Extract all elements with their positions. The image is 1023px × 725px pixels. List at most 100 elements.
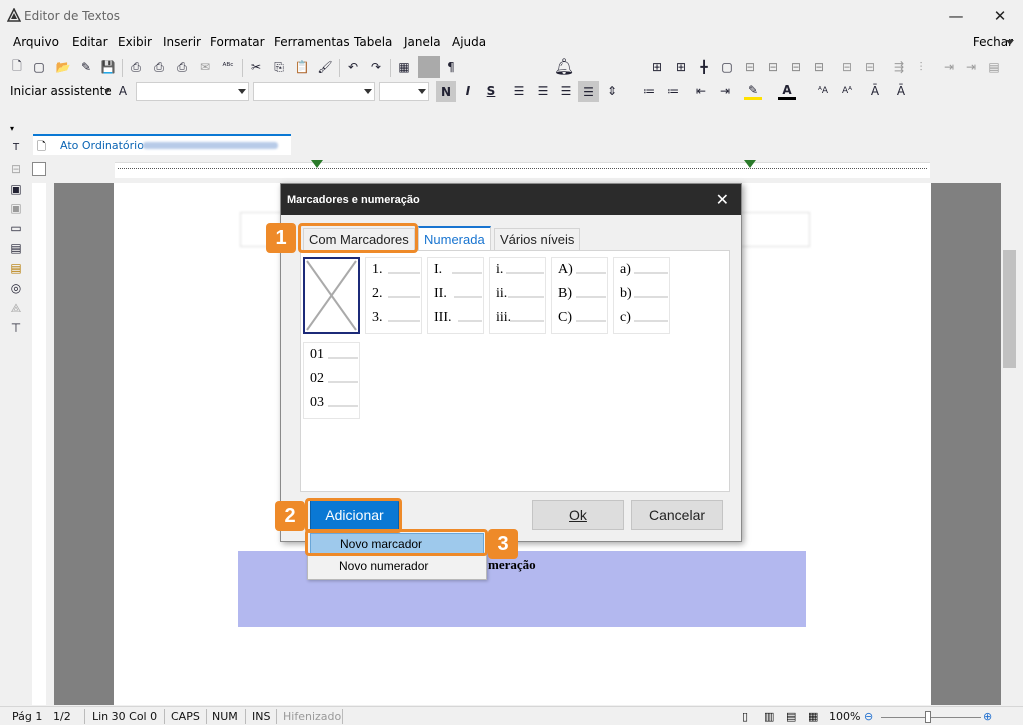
open-folder-icon[interactable]: 📂	[54, 58, 72, 76]
font-size-combo[interactable]	[379, 82, 429, 101]
table-optimize-icon[interactable]: ⊟	[861, 58, 879, 76]
web-view-icon[interactable]: ▦	[808, 710, 818, 723]
zoom-in-icon[interactable]: ⊕	[983, 710, 992, 723]
menu-ferramentas[interactable]: Ferramentas	[274, 35, 350, 49]
stamp-icon[interactable]: ⟁	[7, 299, 25, 317]
menu-janela[interactable]: Janela	[404, 35, 441, 49]
image-icon[interactable]	[418, 56, 440, 78]
paragraph-style-combo[interactable]	[136, 82, 249, 101]
justify-icon[interactable]: ☰	[578, 81, 599, 102]
shrink-font-icon[interactable]: Aᴬ	[838, 82, 856, 100]
new-from-template-icon[interactable]: 🗋	[8, 58, 26, 76]
numbering-style-arabic[interactable]: 1. 2. 3.	[365, 257, 422, 334]
table-cols-icon[interactable]: ⊟	[810, 58, 828, 76]
font-color-icon[interactable]: A	[778, 82, 796, 100]
underline-button[interactable]: S	[482, 82, 500, 100]
chevron-down-icon[interactable]	[1006, 40, 1014, 48]
book-view-icon[interactable]: ▤	[786, 710, 796, 723]
copy-icon[interactable]: ⎘	[270, 58, 288, 76]
edit-document-icon[interactable]: ✎	[77, 58, 95, 76]
menu-item-novo-numerador[interactable]: Novo numerador	[310, 555, 484, 576]
decrease-indent-icon[interactable]: ⇤	[692, 82, 710, 100]
print-preview-icon[interactable]: ⎙	[150, 58, 168, 76]
format-paintbrush-icon[interactable]: 🖌	[316, 58, 334, 76]
zoom-slider-thumb[interactable]	[925, 711, 931, 723]
numbered-list-icon[interactable]: ≔	[664, 82, 682, 100]
cut-icon[interactable]: ✂	[247, 58, 265, 76]
minimize-icon[interactable]: —	[933, 0, 979, 32]
redo-icon[interactable]: ↷	[367, 58, 385, 76]
superscript-icon[interactable]: Ā	[866, 82, 884, 100]
menu-tabela[interactable]: Tabela	[354, 35, 392, 49]
table-delete-icon[interactable]: ⊟	[838, 58, 856, 76]
tab-varios-niveis[interactable]: Vários níveis	[494, 228, 581, 250]
bold-button[interactable]: N	[436, 81, 456, 102]
close-icon[interactable]: ✕	[716, 190, 729, 209]
menu-formatar[interactable]: Formatar	[210, 35, 265, 49]
align-left-icon[interactable]: ☰	[510, 82, 528, 100]
table-merge-icon[interactable]: ⊟	[741, 58, 759, 76]
subscript-icon[interactable]: Ā	[892, 82, 910, 100]
horizontal-ruler[interactable]	[115, 162, 930, 178]
properties-icon[interactable]: ▤	[985, 58, 1003, 76]
tab-numerada[interactable]: Numerada	[418, 226, 491, 250]
zoom-slider[interactable]	[881, 717, 981, 718]
paste-icon[interactable]: 📋	[293, 58, 311, 76]
style-icon[interactable]: A	[114, 82, 132, 100]
clipboard-icon[interactable]: ▣	[7, 199, 25, 217]
indent-marker[interactable]	[311, 160, 323, 168]
chevron-down-icon[interactable]: ▾	[10, 124, 14, 133]
highlight-icon[interactable]: ✎	[744, 82, 762, 100]
print-direct-icon[interactable]: ⎙	[173, 58, 191, 76]
chevron-down-icon[interactable]	[104, 89, 110, 93]
menu-arquivo[interactable]: Arquivo	[13, 35, 59, 49]
wrap-icon[interactable]: ⇥	[962, 58, 980, 76]
table-outer-icon[interactable]: ▢	[718, 58, 736, 76]
increase-indent-icon[interactable]: ⇥	[716, 82, 734, 100]
formatting-marks-icon[interactable]: ¶	[442, 58, 460, 76]
spellcheck-icon[interactable]: ᴬᴮᶜ	[219, 58, 237, 76]
field-icon[interactable]: ⊟	[7, 160, 25, 178]
text-format-icon[interactable]: T	[7, 138, 25, 156]
gallery-icon[interactable]: ▣	[7, 180, 25, 198]
ok-button[interactable]: Ok	[532, 500, 624, 530]
assistant-label[interactable]: Iniciar assistente	[10, 84, 112, 98]
table-split-icon[interactable]: ⊟	[764, 58, 782, 76]
notification-bell-icon[interactable]: 🔔︎	[554, 57, 574, 76]
align-center-icon[interactable]: ☰	[534, 82, 552, 100]
grow-font-icon[interactable]: ᴬA	[814, 82, 832, 100]
menu-editar[interactable]: Editar	[72, 35, 108, 49]
font-name-combo[interactable]	[253, 82, 375, 101]
print-icon[interactable]: ⎙	[127, 58, 145, 76]
menu-inserir[interactable]: Inserir	[163, 35, 201, 49]
document-tab[interactable]: 🗋 Ato Ordinatório	[33, 134, 291, 155]
table-rows-icon[interactable]: ⊟	[787, 58, 805, 76]
paint-icon[interactable]: ⊤	[7, 319, 25, 337]
sign-icon[interactable]: ▤	[7, 259, 25, 277]
align-right-icon[interactable]: ☰	[557, 82, 575, 100]
scrollbar-thumb[interactable]	[1003, 250, 1016, 368]
menu-exibir[interactable]: Exibir	[118, 35, 152, 49]
anchor-icon[interactable]: ⇥	[940, 58, 958, 76]
right-indent-marker[interactable]	[744, 160, 756, 168]
email-icon[interactable]: ✉	[196, 58, 214, 76]
numbering-style-roman-lower[interactable]: i. ii. iii.	[489, 257, 546, 334]
menu-ajuda[interactable]: Ajuda	[452, 35, 486, 49]
new-document-icon[interactable]: ▢	[30, 58, 48, 76]
table-insert-icon[interactable]: ⊞	[648, 58, 666, 76]
numbering-style-roman-upper[interactable]: I. II. III.	[427, 257, 484, 334]
line-spacing-icon[interactable]: ⇕	[603, 82, 621, 100]
vertical-scrollbar[interactable]	[1001, 162, 1018, 705]
undo-icon[interactable]: ↶	[344, 58, 362, 76]
seal-icon[interactable]: ◎	[7, 279, 25, 297]
close-icon[interactable]: ✕	[977, 0, 1023, 32]
italic-button[interactable]: I	[459, 82, 477, 100]
numbering-none-option[interactable]	[303, 257, 360, 334]
table-icon[interactable]: ▦	[395, 58, 413, 76]
zoom-out-icon[interactable]: ⊖	[864, 710, 873, 723]
single-page-view-icon[interactable]: ▯	[742, 710, 748, 723]
cancel-button[interactable]: Cancelar	[631, 500, 723, 530]
arrange-icon[interactable]: ⇶	[890, 58, 908, 76]
comment-icon[interactable]: ▭	[7, 219, 25, 237]
align-objects-icon[interactable]: ⫶	[912, 58, 930, 76]
